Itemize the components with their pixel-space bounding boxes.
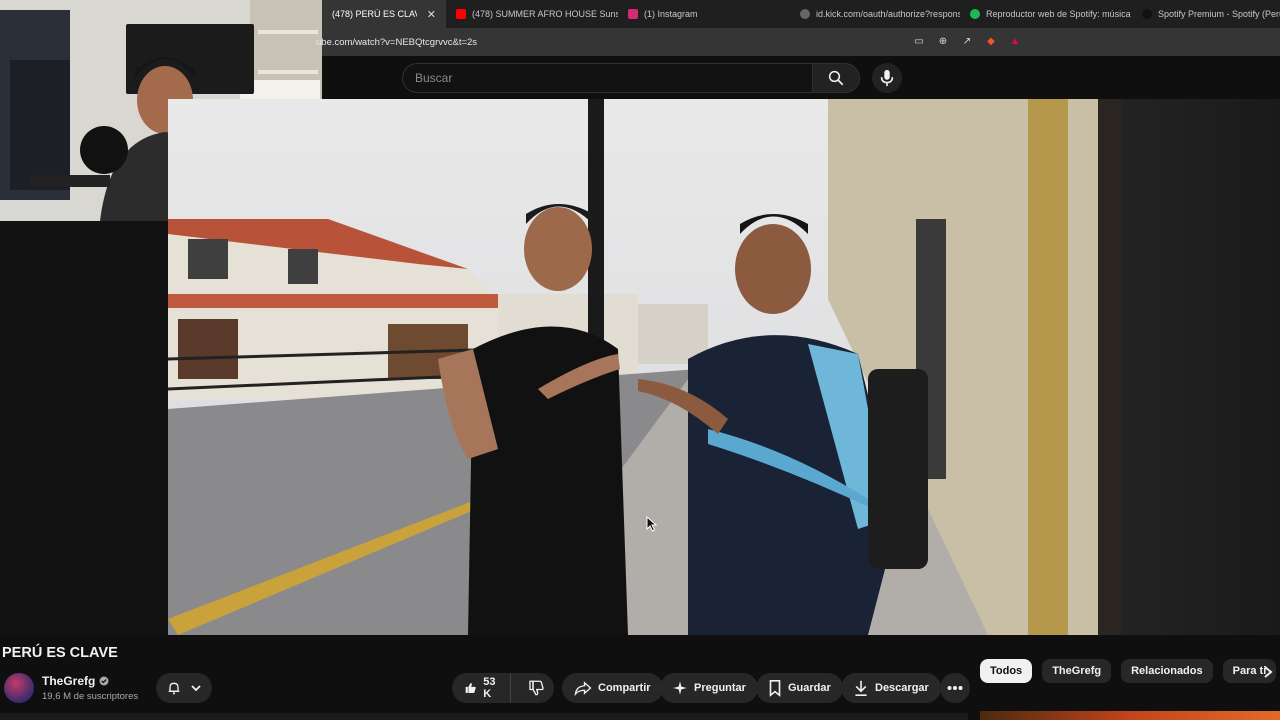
browser-tab-kick[interactable]: id.kick.com/oauth/authorize?response: [790, 0, 960, 28]
subscriber-count: 19,6 M de suscriptores: [42, 691, 139, 702]
share-icon[interactable]: ↗: [960, 34, 974, 48]
search-icon: [828, 70, 844, 86]
chevron-right-icon: [1264, 666, 1273, 678]
browser-tab-spotify-player[interactable]: Reproductor web de Spotify: música: [960, 0, 1132, 28]
voice-search-button[interactable]: [872, 63, 902, 93]
microphone-icon: [880, 69, 894, 87]
more-horizontal-icon: [947, 686, 963, 690]
description-box-top: [0, 713, 968, 720]
cast-icon[interactable]: ▭: [912, 34, 926, 48]
tab-label: (478) SUMMER AFRO HOUSE Sunset: [472, 9, 618, 19]
tab-label: id.kick.com/oauth/authorize?response: [816, 9, 960, 19]
verified-badge-icon: [99, 676, 109, 686]
browser-tab-youtube[interactable]: (478) PERÚ ES CLAVE - YouTube ✕: [322, 0, 446, 28]
download-icon: [855, 680, 867, 696]
video-player[interactable]: [168, 99, 1122, 635]
share-arrow-icon: [574, 681, 592, 696]
save-button[interactable]: Guardar: [756, 673, 843, 703]
mouse-cursor-icon: [646, 516, 658, 532]
right-dark-margin: [1122, 99, 1280, 635]
download-label: Descargar: [875, 682, 929, 694]
tab-label: Reproductor web de Spotify: música: [986, 9, 1131, 19]
channel-name-row[interactable]: TheGrefg: [42, 674, 109, 688]
browser-tab-music[interactable]: (478) SUMMER AFRO HOUSE Sunset: [446, 0, 618, 28]
search-input[interactable]: Buscar: [402, 63, 812, 93]
brave-shield-icon[interactable]: ◆: [984, 34, 998, 48]
share-label: Compartir: [598, 682, 651, 694]
ask-label: Preguntar: [694, 682, 746, 694]
video-title: PERÚ ES CLAVE: [2, 645, 118, 661]
more-actions-button[interactable]: [940, 673, 970, 703]
left-dark-margin: [0, 221, 168, 635]
tab-label: (478) PERÚ ES CLAVE - YouTube: [332, 9, 417, 19]
share-button[interactable]: Compartir: [562, 673, 663, 703]
spotify-favicon-icon: [970, 9, 980, 19]
chip-thegrefg[interactable]: TheGrefg: [1042, 659, 1112, 683]
channel-name[interactable]: TheGrefg: [42, 674, 95, 688]
thumbs-up-icon: [465, 683, 476, 693]
channel-avatar[interactable]: [4, 673, 34, 703]
like-dislike-group: 53 K: [452, 673, 554, 703]
ask-button[interactable]: Preguntar: [660, 673, 758, 703]
chip-relacionados[interactable]: Relacionados: [1121, 659, 1213, 683]
address-url: ube.com/watch?v=NEBQtcgrvvc&t=2s: [316, 36, 478, 48]
bookmark-icon: [769, 679, 781, 697]
youtube-masthead: Buscar: [322, 56, 1280, 99]
thumbs-down-icon: [529, 680, 544, 696]
dislike-button[interactable]: [517, 673, 555, 703]
instagram-favicon-icon: [628, 9, 638, 19]
zoom-icon[interactable]: ⊕: [936, 34, 950, 48]
address-bar-icons: ▭ ⊕ ↗ ◆ ▲: [912, 34, 1022, 48]
chevron-down-icon: [191, 685, 201, 692]
browser-tab-strip: (478) PERÚ ES CLAVE - YouTube ✕ (478) SU…: [322, 0, 1280, 28]
download-button[interactable]: Descargar: [841, 673, 941, 703]
browser-tab-spotify-premium[interactable]: Spotify Premium - Spotify (Perú): [1132, 0, 1280, 28]
rewards-icon[interactable]: ▲: [1008, 34, 1022, 48]
search-placeholder: Buscar: [415, 71, 453, 85]
sparkle-icon: [673, 681, 687, 695]
address-bar[interactable]: ube.com/watch?v=NEBQtcgrvvc&t=2s ▭ ⊕ ↗ ◆…: [316, 28, 1280, 56]
globe-favicon-icon: [800, 9, 810, 19]
like-count: 53 K: [483, 676, 496, 700]
browser-tab-instagram[interactable]: (1) Instagram: [618, 0, 790, 28]
spotify-favicon-icon: [1142, 9, 1152, 19]
chips-next-button[interactable]: [1258, 662, 1278, 682]
bell-icon: [168, 682, 180, 695]
recommended-thumbnail-peek[interactable]: [980, 711, 1280, 720]
youtube-favicon-icon: [456, 9, 466, 19]
tab-label: Spotify Premium - Spotify (Perú): [1158, 9, 1280, 19]
like-button[interactable]: 53 K: [452, 673, 512, 703]
tab-label: (1) Instagram: [644, 9, 698, 19]
chip-todos[interactable]: Todos: [980, 659, 1033, 683]
notification-bell-button[interactable]: [156, 673, 212, 703]
close-tab-icon[interactable]: ✕: [427, 8, 436, 21]
save-label: Guardar: [788, 682, 831, 694]
search-button[interactable]: [812, 63, 860, 93]
recommendation-chips: Todos TheGrefg Relacionados Para ti: [980, 659, 1277, 683]
